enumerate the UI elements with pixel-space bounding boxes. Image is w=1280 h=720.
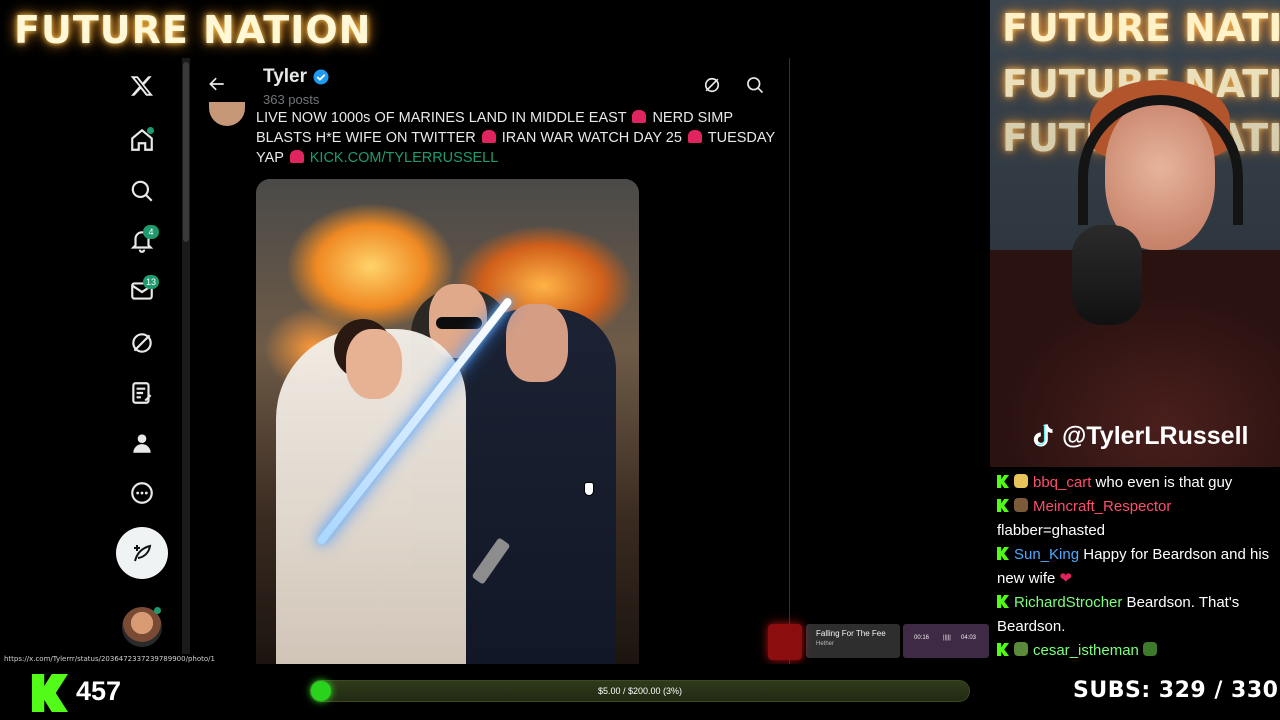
- notifications-badge: 4: [143, 225, 159, 239]
- chat-username[interactable]: Sun_King: [1014, 546, 1079, 563]
- siren-emoji-icon: [687, 130, 702, 143]
- track-time-end: 04:03: [961, 635, 977, 641]
- tweet-text-part: IRAN WAR WATCH DAY 25: [501, 130, 682, 146]
- kick-badge-icon: [997, 499, 1009, 512]
- track-info: Falling For The Fee Hether: [806, 624, 900, 658]
- gecko-emote-icon: [1142, 642, 1157, 656]
- profile-name: Tyler: [263, 66, 330, 88]
- tweet-photo[interactable]: [256, 179, 639, 664]
- search-icon: [131, 180, 153, 202]
- brand-logo-text: FUTURE NATION: [14, 8, 372, 52]
- siren-emoji-icon: [632, 110, 647, 123]
- photo-sunglasses: [436, 317, 482, 329]
- kick-badge-icon: [997, 475, 1009, 488]
- browser-status-url: https://x.com/Tylerrr/status/20364723372…: [0, 654, 219, 664]
- donation-goal-text: $5.00 / $200.00 (3%): [597, 686, 683, 696]
- home-icon[interactable]: [117, 118, 167, 162]
- track-title: Falling For The Fee: [816, 629, 886, 638]
- compose-post-button[interactable]: [116, 527, 168, 579]
- tweet-text-part: LIVE NOW 1000s OF MARINES LAND IN MIDDLE…: [256, 110, 627, 126]
- hand-cursor-icon: [584, 482, 594, 496]
- chat-message: RichardStrocher Beardson. That's Beardso…: [997, 591, 1274, 639]
- grok-slash-icon: [704, 77, 720, 93]
- verified-badge-icon: [313, 69, 329, 85]
- feather-plus-icon: [134, 544, 152, 562]
- post-count: 363 posts: [263, 92, 320, 107]
- explore-search-icon[interactable]: [117, 169, 167, 213]
- tiktok-icon: [1033, 424, 1053, 447]
- siren-emoji-icon: [481, 130, 496, 143]
- photo-bride-head: [346, 329, 402, 399]
- track-progress: 00:16 ||||| 04:03: [903, 624, 989, 658]
- messages-badge: 13: [142, 275, 159, 289]
- stream-chat: bbq_cart who even is that guy Meincraft_…: [990, 467, 1280, 664]
- now-playing-widget: Falling For The Fee Hether 00:16 ||||| 0…: [768, 624, 990, 660]
- chat-message: cesar_istheman: [997, 639, 1274, 663]
- x-logo-icon[interactable]: [117, 64, 167, 108]
- kick-badge-icon: [997, 643, 1009, 656]
- more-circle-icon: [131, 482, 153, 504]
- tiktok-handle: @TylerLRussell: [1028, 421, 1248, 451]
- search-icon: [747, 77, 764, 94]
- messages-envelope-icon[interactable]: 13: [117, 269, 167, 313]
- chat-username[interactable]: RichardStrocher: [1014, 594, 1122, 611]
- home-notification-dot: [147, 127, 154, 134]
- arrow-left-icon: [209, 77, 224, 91]
- profile-timeline: Tyler 363 posts LIVE NOW 1000s OF MARINE…: [191, 58, 790, 664]
- chat-message: Sun_King Happy for Beardson and his new …: [997, 543, 1274, 591]
- grok-header-icon[interactable]: [699, 72, 725, 98]
- account-status-dot: [154, 607, 161, 614]
- album-art: [768, 624, 802, 660]
- subscriber-goal: SUBS: 329 / 330: [1073, 678, 1279, 703]
- heart-emoji-icon: ❤: [1059, 570, 1073, 587]
- chat-text: flabber=ghasted: [997, 522, 1106, 539]
- user-badge-icon: [1014, 474, 1028, 488]
- chat-message: bbq_cart who even is that guy: [997, 471, 1274, 495]
- user-badge-icon: [1014, 642, 1028, 656]
- kick-badge-icon: [997, 547, 1009, 560]
- tiktok-handle-text: @TylerLRussell: [1062, 421, 1249, 450]
- lists-icon[interactable]: [117, 371, 167, 415]
- back-arrow-icon[interactable]: [203, 70, 231, 98]
- kick-viewer-count: 457: [76, 676, 122, 706]
- grok-icon[interactable]: [117, 321, 167, 365]
- more-menu-icon[interactable]: [117, 471, 167, 515]
- siren-emoji-icon: [289, 150, 304, 163]
- waveform-icon: |||||: [943, 635, 951, 641]
- x-logo-icon-svg: [130, 76, 154, 96]
- grok-slash-icon: [132, 333, 152, 353]
- track-time-start: 00:16: [914, 635, 930, 641]
- list-edit-icon: [132, 382, 152, 404]
- tweet-author-avatar[interactable]: [209, 102, 245, 126]
- photo-groom-head: [506, 304, 568, 382]
- x-app-window: 4 13 Tyler 363 posts LIVE NOW 1000s OF M…: [0, 58, 990, 664]
- stream-stats-bar: 457 $5.00 / $200.00 (3%) SUBS: 329 / 330: [0, 664, 1280, 720]
- donation-goal-bar: $5.00 / $200.00 (3%): [310, 680, 970, 702]
- chat-message: Meincraft_Respector flabber=ghasted: [997, 495, 1274, 543]
- chat-text: who even is that guy: [1091, 474, 1233, 491]
- chat-username[interactable]: bbq_cart: [1033, 474, 1091, 491]
- tweet-link[interactable]: KICK.COM/TYLERRUSSELL: [310, 150, 499, 166]
- kick-badge-icon: [997, 595, 1009, 608]
- person-icon: [133, 434, 151, 453]
- user-badge-icon: [1014, 498, 1028, 512]
- scrollbar-thumb[interactable]: [183, 62, 189, 242]
- profile-person-icon[interactable]: [117, 421, 167, 465]
- notifications-bell-icon[interactable]: 4: [117, 219, 167, 263]
- webcam-feed: FUTURE NATION FUTURE NATION FUTURE NATIO…: [990, 0, 1280, 467]
- chat-username[interactable]: cesar_istheman: [1033, 642, 1139, 659]
- tweet-text: LIVE NOW 1000s OF MARINES LAND IN MIDDLE…: [256, 108, 781, 168]
- microphone: [1072, 225, 1142, 325]
- kick-logo-icon: [32, 674, 68, 712]
- profile-search-icon[interactable]: [742, 72, 768, 98]
- cam-logo-line: FUTURE NATION: [1002, 6, 1280, 50]
- chat-username[interactable]: Meincraft_Respector: [1033, 498, 1171, 515]
- sidebar-nav: 4 13: [0, 58, 182, 664]
- profile-name-text: Tyler: [263, 66, 308, 87]
- track-artist: Hether: [816, 641, 835, 647]
